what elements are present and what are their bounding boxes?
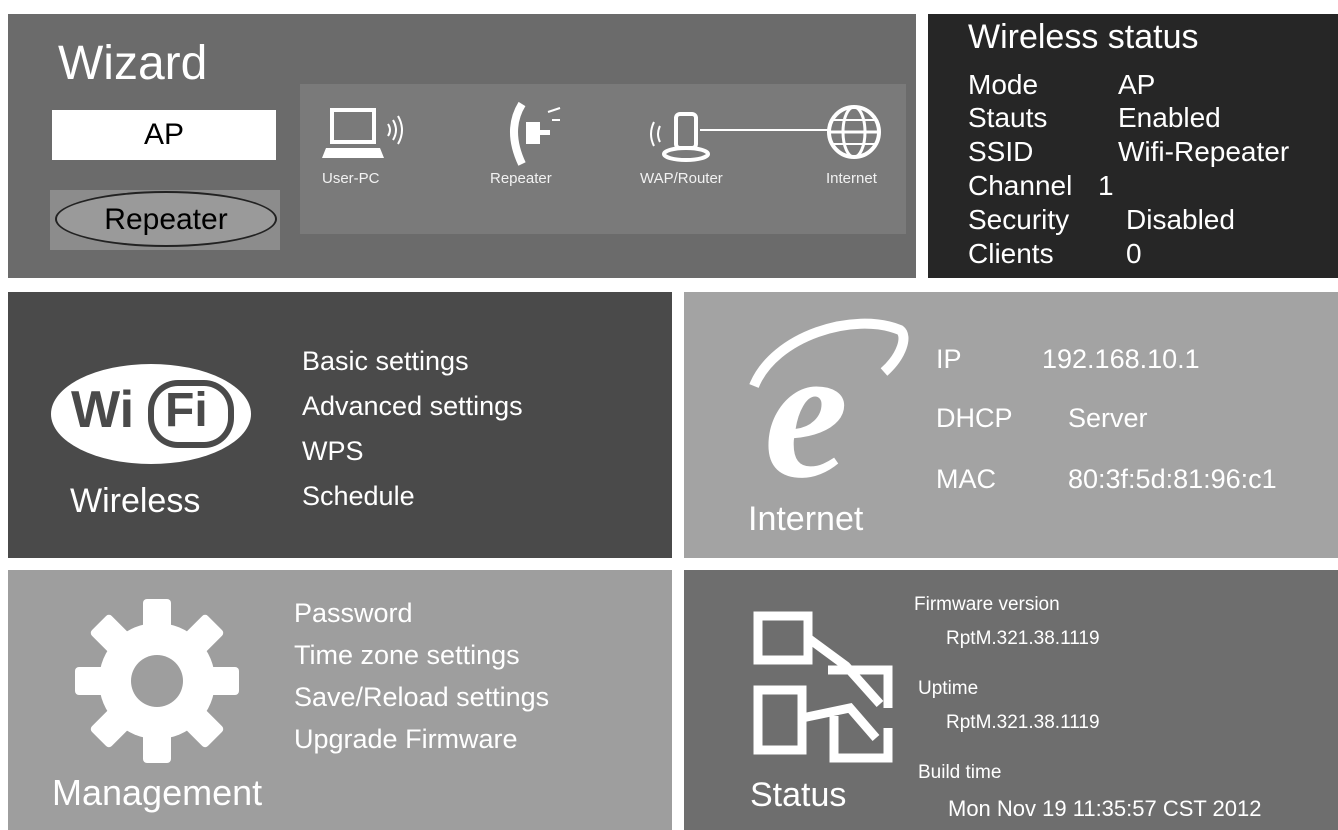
user-pc-label: User-PC: [322, 170, 380, 187]
wireless-status-title: Wireless status: [968, 18, 1199, 56]
status-value: 1: [1098, 170, 1114, 201]
wireless-status-tile: Wireless status Mode AP Stauts Enabled S…: [928, 14, 1338, 278]
upgrade-firmware-link[interactable]: Upgrade Firmware: [294, 724, 518, 755]
status-value: Enabled: [1118, 102, 1221, 133]
connection-line: [740, 129, 830, 131]
ap-mode-button[interactable]: AP: [52, 110, 276, 160]
wps-link[interactable]: WPS: [302, 436, 364, 467]
management-tile[interactable]: Management Password Time zone settings S…: [8, 570, 672, 830]
mac-label: MAC: [936, 464, 996, 494]
mac-value: 80:3f:5d:81:96:c1: [1068, 464, 1277, 494]
internet-explorer-icon: e: [749, 316, 909, 486]
ip-value: 192.168.10.1: [1042, 344, 1200, 374]
status-key: Clients: [968, 238, 1054, 269]
gear-icon: [75, 599, 239, 763]
build-time-value: Mon Nov 19 11:35:57 CST 2012: [948, 796, 1262, 821]
status-value: Wifi-Repeater: [1118, 136, 1290, 167]
advanced-settings-link[interactable]: Advanced settings: [302, 391, 523, 422]
status-title: Status: [750, 776, 847, 814]
router-label: WAP/Router: [640, 170, 723, 187]
wizard-tile: Wizard AP Repeater User-PC Repeater WAP/…: [8, 14, 916, 278]
wifi-logo-fi: Fi: [165, 384, 208, 437]
status-value: AP: [1118, 69, 1156, 100]
status-key: Stauts: [968, 102, 1048, 133]
basic-settings-link[interactable]: Basic settings: [302, 346, 469, 377]
status-key: Security: [968, 204, 1070, 235]
svg-text:e: e: [764, 316, 848, 486]
build-time-label: Build time: [918, 762, 1002, 783]
wireless-title: Wireless: [70, 482, 201, 520]
dhcp-value: Server: [1068, 403, 1148, 433]
status-key: Mode: [968, 69, 1039, 100]
password-link[interactable]: Password: [294, 598, 413, 629]
dhcp-label: DHCP: [936, 403, 1013, 433]
time-zone-settings-link[interactable]: Time zone settings: [294, 640, 520, 671]
internet-title: Internet: [748, 500, 864, 538]
internet-label: Internet: [826, 170, 877, 187]
save-reload-settings-link[interactable]: Save/Reload settings: [294, 682, 549, 713]
internet-tile[interactable]: e Internet IP 192.168.10.1 DHCP Server M…: [684, 292, 1338, 558]
status-value: Disabled: [1126, 204, 1235, 235]
repeater-icon: [510, 101, 561, 166]
router-icon: [650, 112, 740, 162]
ip-label: IP: [936, 344, 962, 374]
uptime-value: RptM.321.38.1119: [946, 712, 1100, 733]
status-office-icon: [753, 611, 893, 763]
status-key: Channel: [968, 170, 1073, 201]
status-key: SSID: [968, 136, 1034, 167]
globe-icon: [827, 105, 881, 159]
firmware-version-value: RptM.321.38.1119: [946, 628, 1100, 649]
laptop-icon: [322, 108, 403, 158]
schedule-link[interactable]: Schedule: [302, 481, 415, 512]
wizard-title: Wizard: [58, 37, 208, 90]
topology-diagram: User-PC Repeater WAP/Router Internet: [300, 84, 906, 234]
status-tile[interactable]: Status Firmware version RptM.321.38.1119…: [684, 570, 1338, 830]
wifi-logo-wi: Wi: [71, 381, 135, 439]
repeater-mode-button[interactable]: Repeater: [55, 191, 277, 247]
uptime-label: Uptime: [918, 678, 979, 699]
wireless-tile[interactable]: Wi Fi Wireless Basic settings Advanced s…: [8, 292, 672, 558]
repeater-label: Repeater: [490, 170, 552, 187]
firmware-version-label: Firmware version: [914, 594, 1060, 615]
status-value: 0: [1126, 238, 1142, 269]
management-title: Management: [52, 772, 263, 813]
